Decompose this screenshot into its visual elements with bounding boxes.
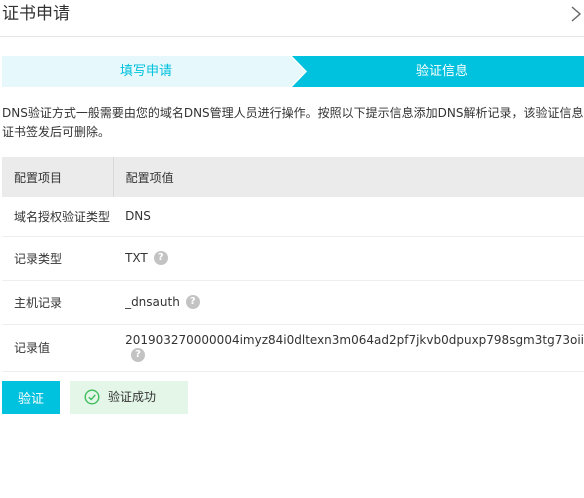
description-line-1: DNS验证方式一般需要由您的域名DNS管理人员进行操作。按照以下提示信息添加DN… (2, 106, 584, 120)
check-circle-icon (84, 389, 100, 405)
table-row: 主机记录 _dnsauth? (2, 280, 584, 325)
table-row: 域名授权验证类型 DNS (2, 197, 584, 237)
table-header-row: 配置项目 配置项值 (2, 157, 584, 197)
table-row: 记录值 201903270000004imyz84i0dltexn3m064ad… (2, 324, 584, 372)
step-progress: 填写申请 验证信息 (2, 56, 584, 87)
table-row: 记录类型 TXT? (2, 236, 584, 281)
verification-description: DNS验证方式一般需要由您的域名DNS管理人员进行操作。按照以下提示信息添加DN… (2, 104, 584, 142)
step-verify-info: 验证信息 (415, 64, 468, 79)
verify-button[interactable]: 验证 (2, 381, 60, 414)
dialog-title: 证书申请 (2, 4, 70, 24)
column-header-value: 配置项值 (113, 157, 584, 197)
row-value-cell: _dnsauth? (113, 280, 584, 325)
row-item-label: 记录类型 (2, 236, 114, 281)
row-value: DNS (125, 209, 151, 224)
dns-config-table: 配置项目 配置项值 域名授权验证类型 DNS 记录类型 TXT? 主机记录 _d… (2, 157, 584, 372)
description-line-2: 证书签发后可删除。 (2, 125, 111, 139)
help-icon[interactable]: ? (185, 295, 200, 310)
row-value: _dnsauth (125, 294, 180, 309)
row-value: TXT (125, 250, 148, 265)
row-value-cell: DNS (113, 197, 584, 237)
row-item-label: 记录值 (2, 324, 114, 372)
row-value-cell: 201903270000004imyz84i0dltexn3m064ad2pf7… (113, 324, 584, 372)
row-item-label: 域名授权验证类型 (2, 197, 114, 237)
help-icon[interactable]: ? (153, 251, 168, 266)
column-header-item: 配置项目 (2, 157, 114, 197)
verification-success-status: 验证成功 (70, 381, 188, 414)
chevron-right-icon[interactable] (568, 5, 584, 23)
success-label: 验证成功 (108, 390, 157, 404)
row-value[interactable]: 201903270000004imyz84i0dltexn3m064ad2pf7… (125, 333, 584, 347)
help-icon[interactable]: ? (131, 347, 146, 362)
row-value-cell: TXT? (113, 236, 584, 281)
row-item-label: 主机记录 (2, 280, 114, 325)
step-fill-application: 填写申请 (119, 64, 172, 79)
dialog-header: 证书申请 (0, 0, 584, 37)
